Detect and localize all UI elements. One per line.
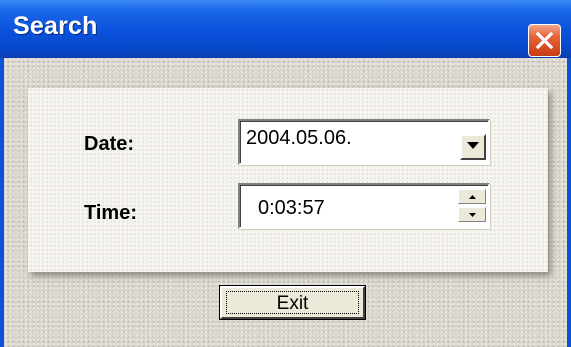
date-label: Date:	[84, 133, 135, 155]
time-spin-down-button[interactable]	[458, 207, 486, 222]
date-picker[interactable]: 2004.05.06.	[238, 119, 490, 165]
time-spin-up-button[interactable]	[458, 189, 486, 204]
date-dropdown-button[interactable]	[460, 134, 486, 160]
search-dialog: Search Date: 2004.05.06. Time: 0:03:57 E…	[0, 0, 571, 347]
exit-button-label: Exit	[276, 293, 309, 314]
time-value[interactable]: 0:03:57	[258, 197, 325, 220]
close-button[interactable]	[528, 24, 561, 57]
search-panel: Date: 2004.05.06. Time: 0:03:57	[28, 88, 548, 272]
exit-button[interactable]: Exit	[220, 286, 365, 319]
time-spinner[interactable]: 0:03:57	[238, 183, 490, 229]
time-label: Time:	[84, 202, 137, 224]
spin-up-icon	[469, 195, 476, 199]
close-icon	[535, 31, 554, 50]
title-bar[interactable]: Search	[0, 0, 571, 58]
date-value[interactable]: 2004.05.06.	[246, 127, 352, 150]
chevron-down-icon	[467, 142, 479, 149]
window-title: Search	[13, 12, 98, 40]
spin-down-icon	[469, 213, 476, 217]
dialog-client-area: Date: 2004.05.06. Time: 0:03:57 Exit	[4, 58, 567, 347]
